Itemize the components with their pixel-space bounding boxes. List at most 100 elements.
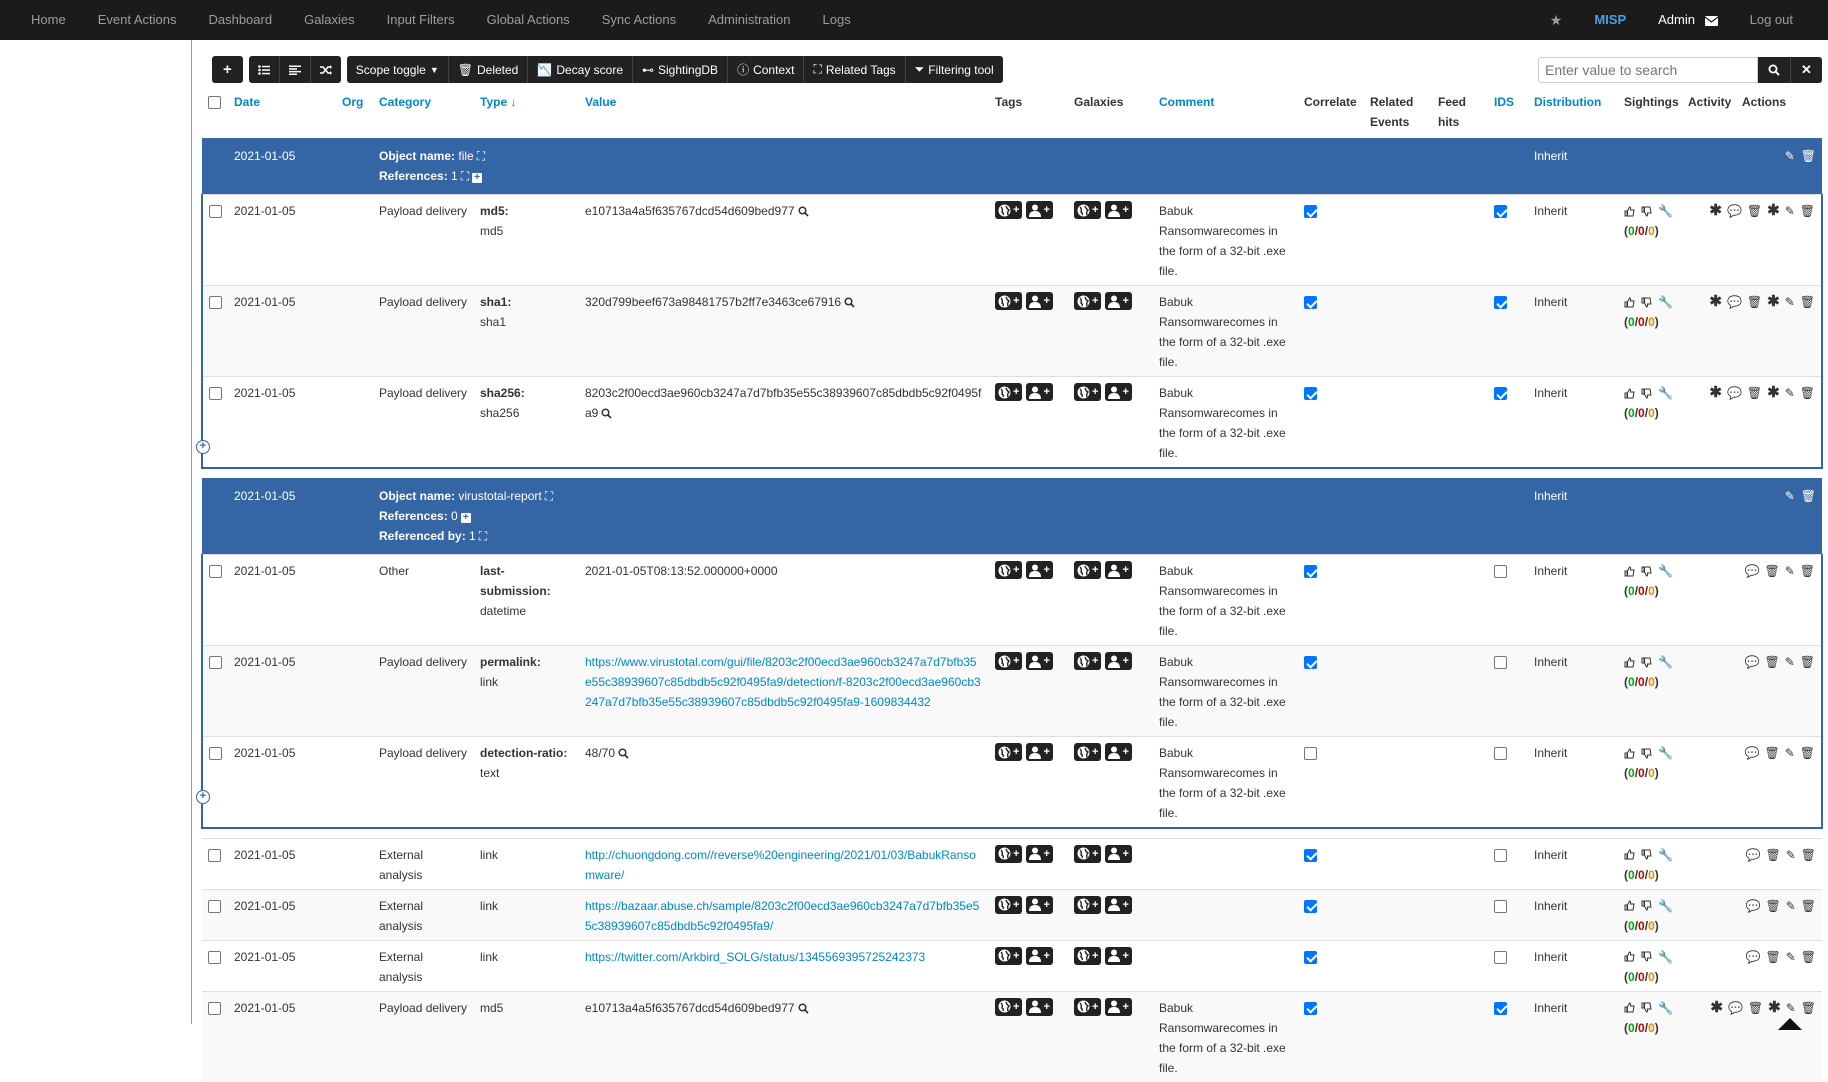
trash-icon[interactable]: 🗑 <box>1765 947 1780 967</box>
magnify-icon[interactable] <box>798 1003 809 1014</box>
col-comment[interactable]: Comment <box>1153 87 1298 138</box>
related-tags-button[interactable]: ⛶ Related Tags <box>804 56 906 83</box>
trash-icon[interactable]: 🗑 <box>1800 743 1815 763</box>
thumbs-up-icon[interactable] <box>1624 1002 1635 1013</box>
row-select-checkbox[interactable] <box>208 848 221 862</box>
plus-square-icon[interactable]: + <box>460 513 471 523</box>
thumbs-up-icon[interactable] <box>1624 747 1635 759</box>
wrench-icon[interactable]: 🔧 <box>1658 743 1673 763</box>
correlate-checkbox[interactable] <box>1304 899 1317 913</box>
trash-icon[interactable]: 🗑 <box>1764 743 1779 763</box>
magnify-icon[interactable] <box>618 748 629 759</box>
col-type[interactable]: Type ↓ <box>474 87 579 138</box>
row-select-checkbox[interactable] <box>209 656 222 669</box>
correlate-checkbox[interactable] <box>1304 950 1317 964</box>
comment-icon[interactable]: 💬 <box>1727 292 1742 312</box>
correlate-checkbox[interactable] <box>1304 747 1317 760</box>
comment-icon[interactable]: 💬 <box>1728 998 1743 1018</box>
correlate-checkbox[interactable] <box>1304 848 1317 862</box>
asterisk-icon[interactable]: ✱ <box>1709 292 1722 312</box>
deleted-button[interactable]: 🗑 Deleted <box>448 56 529 83</box>
row-select-checkbox[interactable] <box>209 387 222 400</box>
comment-icon[interactable]: 💬 <box>1746 947 1761 967</box>
col-value[interactable]: Value <box>579 87 989 138</box>
nav-item-sync-actions[interactable]: Sync Actions <box>586 0 692 40</box>
tag-global-add-button[interactable]: + <box>995 743 1023 761</box>
edit-icon[interactable]: ✎ <box>1785 486 1795 506</box>
galaxy-global-add-button[interactable]: + <box>1074 895 1102 914</box>
galaxy-global-add-button[interactable]: + <box>1074 652 1102 670</box>
row-select-checkbox[interactable] <box>209 296 222 309</box>
edit-icon[interactable]: ✎ <box>1786 947 1796 967</box>
tag-local-add-button[interactable]: + <box>1026 997 1053 1016</box>
search-input[interactable] <box>1538 57 1758 83</box>
clear-search-button[interactable]: ✕ <box>1790 57 1822 83</box>
wrench-icon[interactable]: 🔧 <box>1658 201 1673 221</box>
row-select-checkbox[interactable] <box>208 899 221 913</box>
user-menu[interactable]: Admin <box>1642 0 1733 40</box>
correlate-checkbox[interactable] <box>1304 565 1317 578</box>
nav-item-logs[interactable]: Logs <box>807 0 867 40</box>
comment-icon[interactable]: 💬 <box>1745 561 1760 581</box>
tag-local-add-button[interactable]: + <box>1026 292 1053 310</box>
list-view-button[interactable] <box>248 56 280 83</box>
comment-icon[interactable]: 💬 <box>1745 743 1760 763</box>
comment-icon[interactable]: 💬 <box>1727 383 1742 403</box>
galaxy-local-add-button[interactable]: + <box>1105 292 1132 310</box>
tag-global-add-button[interactable]: + <box>995 201 1023 219</box>
ids-checkbox[interactable] <box>1494 387 1507 400</box>
trash-icon[interactable]: 🗑 <box>1765 896 1780 916</box>
nav-item-input-filters[interactable]: Input Filters <box>371 0 471 40</box>
tag-global-add-button[interactable]: + <box>995 561 1023 579</box>
col-date[interactable]: Date <box>228 87 336 138</box>
comment-icon[interactable]: 💬 <box>1745 652 1760 672</box>
trash-icon[interactable]: 🗑 <box>1800 561 1815 581</box>
thumbs-down-icon[interactable] <box>1641 849 1652 860</box>
correlate-checkbox[interactable] <box>1304 387 1317 400</box>
galaxy-local-add-button[interactable]: + <box>1105 946 1132 965</box>
magnify-icon[interactable] <box>844 297 855 308</box>
expand-icon[interactable]: ⛶ <box>479 529 487 543</box>
galaxy-local-add-button[interactable]: + <box>1105 383 1132 401</box>
edit-icon[interactable]: ✎ <box>1785 652 1795 672</box>
wrench-icon[interactable]: 🔧 <box>1658 998 1673 1018</box>
trash-icon[interactable]: 🗑 <box>1748 998 1763 1018</box>
filtering-tool-button[interactable]: ⏷ Filtering tool <box>905 56 1003 83</box>
thumbs-up-icon[interactable] <box>1624 387 1635 399</box>
thumbs-up-icon[interactable] <box>1624 900 1635 911</box>
shuffle-button[interactable] <box>310 56 341 83</box>
tag-local-add-button[interactable]: + <box>1026 201 1053 219</box>
trash-icon[interactable]: 🗑 <box>1800 383 1815 403</box>
tag-global-add-button[interactable]: + <box>995 844 1023 863</box>
ids-checkbox[interactable] <box>1494 656 1507 669</box>
edit-icon[interactable]: ✎ <box>1785 561 1795 581</box>
nav-item-administration[interactable]: Administration <box>692 0 806 40</box>
edit-icon[interactable]: ✎ <box>1785 146 1795 166</box>
thumbs-up-icon[interactable] <box>1624 849 1635 860</box>
context-button[interactable]: ⓘ Context <box>728 56 805 83</box>
asterisk-icon[interactable]: ✱ <box>1767 383 1780 403</box>
tag-local-add-button[interactable]: + <box>1026 561 1053 579</box>
nav-item-home[interactable]: Home <box>0 0 82 40</box>
col-org[interactable]: Org <box>336 87 373 138</box>
select-all-checkbox[interactable] <box>208 96 221 109</box>
edit-icon[interactable]: ✎ <box>1786 998 1796 1018</box>
expand-object-icon[interactable]: + <box>196 440 210 454</box>
nav-item-event-actions[interactable]: Event Actions <box>82 0 193 40</box>
attribute-value-link[interactable]: https://www.virustotal.com/gui/file/8203… <box>585 655 981 709</box>
trash-icon[interactable]: 🗑 <box>1801 947 1816 967</box>
expand-object-icon[interactable]: + <box>196 790 210 804</box>
col-distribution[interactable]: Distribution <box>1528 87 1618 138</box>
nav-item-global-actions[interactable]: Global Actions <box>471 0 586 40</box>
sightingdb-button[interactable]: ⊷ SightingDB <box>633 56 729 83</box>
tag-global-add-button[interactable]: + <box>995 895 1023 914</box>
thumbs-up-icon[interactable] <box>1624 205 1635 217</box>
thumbs-up-icon[interactable] <box>1624 656 1635 668</box>
comment-icon[interactable]: 💬 <box>1746 845 1761 865</box>
trash-icon[interactable]: 🗑 <box>1800 201 1815 221</box>
ids-checkbox[interactable] <box>1494 565 1507 578</box>
tag-local-add-button[interactable]: + <box>1026 743 1053 761</box>
thumbs-down-icon[interactable] <box>1641 297 1652 308</box>
galaxy-local-add-button[interactable]: + <box>1105 844 1132 863</box>
comment-icon[interactable]: 💬 <box>1727 201 1742 221</box>
